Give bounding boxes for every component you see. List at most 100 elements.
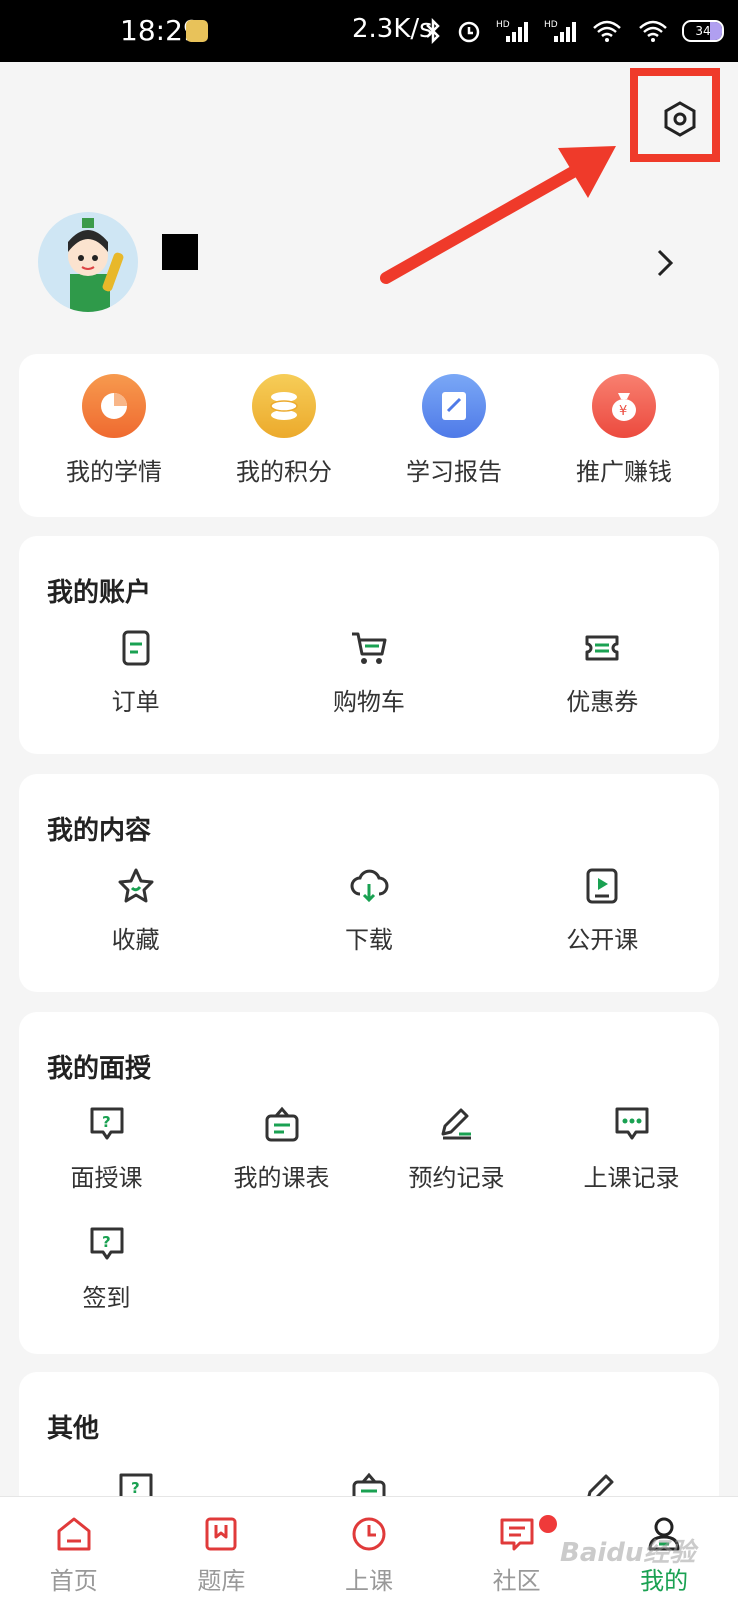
f2f-item-schedule[interactable]: 我的课表 xyxy=(194,1104,369,1193)
status-icons: HD HD 34 xyxy=(424,16,724,46)
content-item-label: 下载 xyxy=(344,926,393,954)
svg-text:¥: ¥ xyxy=(619,404,627,419)
clock-icon xyxy=(352,1517,386,1551)
account-item-label: 优惠券 xyxy=(566,688,639,716)
tab-me[interactable]: 我的 xyxy=(590,1497,738,1601)
quick-action-label: 推广赚钱 xyxy=(576,458,672,486)
avatar-character-icon xyxy=(68,218,124,312)
account-grid: 订单 购物车 优惠券 xyxy=(19,628,719,717)
face-to-face-title: 我的面授 xyxy=(47,1054,152,1084)
star-icon xyxy=(118,868,154,903)
bluetooth-icon xyxy=(426,18,440,44)
money-bag-icon: ¥ xyxy=(592,374,656,438)
tab-label: 社区 xyxy=(492,1567,541,1595)
account-item-cart[interactable]: 购物车 xyxy=(252,628,485,717)
cart-icon xyxy=(351,632,387,664)
tab-label: 题库 xyxy=(197,1567,246,1595)
question-bubble-icon: ? xyxy=(90,1107,123,1140)
f2f-item-checkin[interactable]: ? 签到 xyxy=(19,1224,194,1313)
account-card: 我的账户 订单 购物车 优惠券 xyxy=(19,536,719,754)
svg-text:HD: HD xyxy=(496,20,510,30)
quick-action-study-status[interactable]: 我的学情 xyxy=(34,374,194,487)
user-icon xyxy=(648,1517,680,1551)
f2f-item-label: 上课记录 xyxy=(583,1164,680,1192)
wifi-icon xyxy=(639,20,667,42)
status-bar: 18:29 2.3K/s HD HD 34 xyxy=(0,0,738,62)
app-notification-icon xyxy=(186,20,208,42)
message-icon xyxy=(500,1518,534,1551)
other-card: 其他 ? xyxy=(19,1372,719,1512)
quick-actions-grid: 我的学情 我的积分 学习报告 ¥ 推广赚钱 xyxy=(19,374,719,487)
home-icon xyxy=(57,1517,91,1551)
signal-hd-2-icon: HD xyxy=(544,20,576,42)
quick-action-label: 我的学情 xyxy=(66,458,162,486)
face-to-face-grid-row1: ? 面授课 我的课表 预约记录 上课记录 xyxy=(19,1104,719,1193)
bottom-tab-bar: 首页 题库 上课 社区 我的 xyxy=(0,1496,738,1601)
chat-dots-icon xyxy=(615,1107,648,1140)
username-redacted xyxy=(162,234,198,270)
content-item-open-class[interactable]: 公开课 xyxy=(486,866,719,955)
annotation-arrow xyxy=(380,146,616,284)
quick-action-report[interactable]: 学习报告 xyxy=(374,374,534,487)
f2f-item-course[interactable]: ? 面授课 xyxy=(19,1104,194,1193)
report-icon xyxy=(422,374,486,438)
tab-label: 上课 xyxy=(344,1567,393,1595)
tab-question-bank[interactable]: 题库 xyxy=(148,1497,296,1601)
cloud-download-icon xyxy=(350,869,389,903)
quick-action-promote[interactable]: ¥ 推广赚钱 xyxy=(544,374,704,487)
face-to-face-grid-row2: ? 签到 xyxy=(19,1224,719,1313)
content-card: 我的内容 收藏 下载 公开课 xyxy=(19,774,719,992)
content-title: 我的内容 xyxy=(47,816,152,846)
svg-text:?: ? xyxy=(131,1479,140,1497)
face-to-face-card: 我的面授 ? 面授课 我的课表 预约记录 上课记录 ? 签到 xyxy=(19,1012,719,1354)
battery-level: 34 xyxy=(695,24,711,38)
content-item-download[interactable]: 下载 xyxy=(252,866,485,955)
battery-icon: 34 xyxy=(682,20,724,42)
tab-community[interactable]: 社区 xyxy=(443,1497,591,1601)
f2f-item-label: 面授课 xyxy=(70,1164,143,1192)
f2f-item-label: 预约记录 xyxy=(408,1164,505,1192)
f2f-item-booking-records[interactable]: 预约记录 xyxy=(369,1104,544,1193)
other-title: 其他 xyxy=(47,1414,100,1444)
f2f-item-label: 我的课表 xyxy=(233,1164,330,1192)
play-doc-icon xyxy=(586,868,618,904)
f2f-item-label: 签到 xyxy=(82,1284,131,1312)
bookmark-icon xyxy=(205,1517,237,1551)
chevron-right-icon[interactable] xyxy=(656,248,674,278)
pie-chart-icon xyxy=(82,374,146,438)
account-item-order[interactable]: 订单 xyxy=(19,628,252,717)
svg-text:?: ? xyxy=(102,1233,111,1251)
content-item-label: 公开课 xyxy=(566,926,639,954)
tab-classes[interactable]: 上课 xyxy=(295,1497,443,1601)
settings-hexagon-icon[interactable] xyxy=(662,100,698,138)
content-item-label: 收藏 xyxy=(111,926,160,954)
schedule-bag-icon xyxy=(265,1106,298,1142)
quick-actions-card: 我的学情 我的积分 学习报告 ¥ 推广赚钱 xyxy=(19,354,719,517)
coupon-icon xyxy=(585,635,619,661)
network-speed: 2.3K/s xyxy=(352,14,433,44)
alarm-icon xyxy=(458,21,480,43)
tab-home[interactable]: 首页 xyxy=(0,1497,148,1601)
avatar[interactable] xyxy=(38,212,138,312)
quick-action-label: 学习报告 xyxy=(406,458,502,486)
coins-icon xyxy=(252,374,316,438)
account-item-coupon[interactable]: 优惠券 xyxy=(486,628,719,717)
order-icon xyxy=(122,630,150,666)
account-item-label: 订单 xyxy=(111,688,160,716)
f2f-item-class-records[interactable]: 上课记录 xyxy=(544,1104,719,1193)
account-title: 我的账户 xyxy=(47,578,152,608)
signal-hd-1-icon: HD xyxy=(496,20,528,42)
wifi-plus-icon xyxy=(593,20,621,42)
content-grid: 收藏 下载 公开课 xyxy=(19,866,719,955)
account-item-label: 购物车 xyxy=(332,688,405,716)
quick-action-points[interactable]: 我的积分 xyxy=(204,374,364,487)
content-item-favorites[interactable]: 收藏 xyxy=(19,866,252,955)
quick-action-label: 我的积分 xyxy=(236,458,332,486)
edit-pen-icon xyxy=(441,1108,471,1140)
notification-badge xyxy=(538,1515,557,1533)
svg-text:?: ? xyxy=(102,1113,111,1131)
tab-label: 我的 xyxy=(640,1567,689,1595)
question-bubble-icon: ? xyxy=(90,1227,123,1260)
tab-label: 首页 xyxy=(49,1567,98,1595)
svg-text:HD: HD xyxy=(544,20,558,30)
